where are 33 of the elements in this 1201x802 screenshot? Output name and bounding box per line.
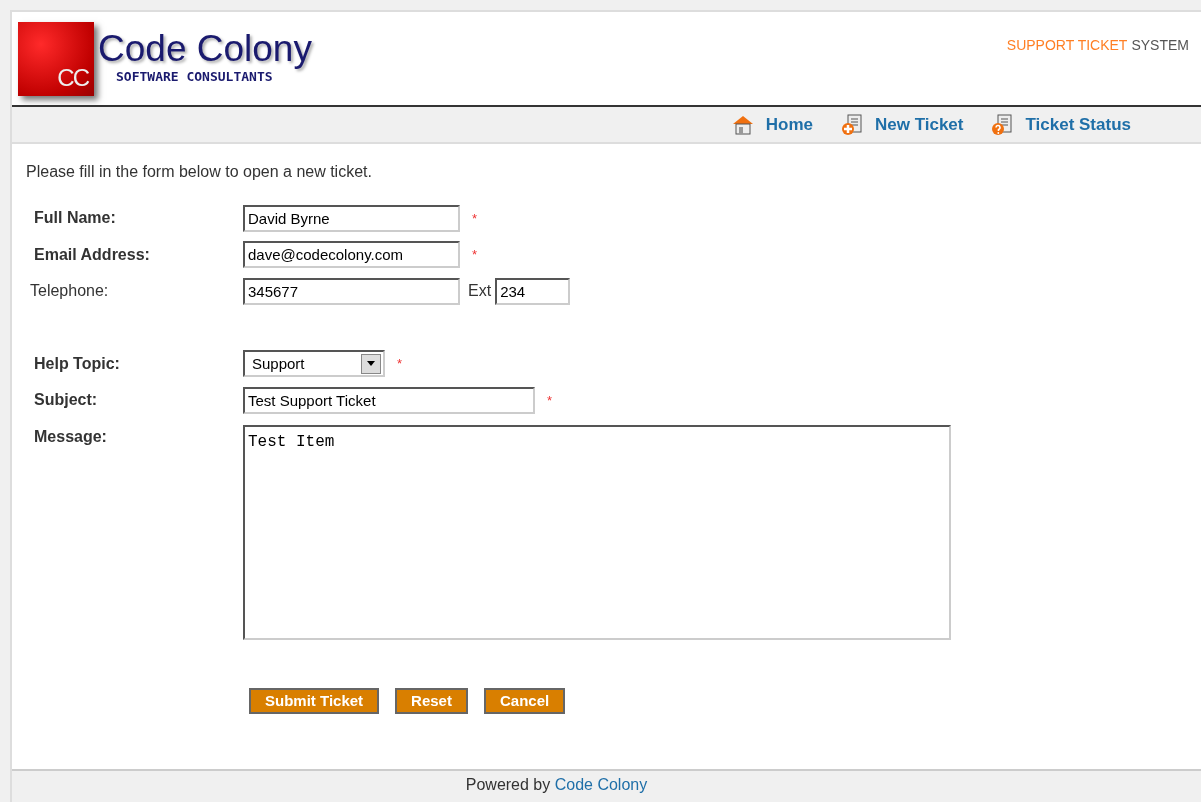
field-label: Help Topic: <box>33 353 121 374</box>
system-title: SUPPORT TICKET <box>1006 36 1128 55</box>
required-mark: * <box>472 209 478 228</box>
text-field[interactable]: David Byrne <box>243 204 460 232</box>
document-plus-icon <box>840 113 863 136</box>
logo-name: Code Colony <box>98 30 312 67</box>
document-question-icon <box>991 113 1014 136</box>
footer-text: Powered by <box>465 776 551 793</box>
text-field[interactable]: Test Support Ticket <box>243 386 535 414</box>
field-label: Message: <box>33 426 108 447</box>
required-mark: * <box>472 246 478 264</box>
message-field[interactable]: Test Item <box>243 424 951 640</box>
nav-link[interactable]: Ticket Status <box>991 111 1131 138</box>
text-field[interactable]: 345677 <box>243 277 460 305</box>
footer-link[interactable]: Code Colony <box>554 776 648 793</box>
home-icon <box>731 113 754 136</box>
logo-tagline: SOFTWARE CONSULTANTS <box>116 69 274 86</box>
field-label: Email Address: <box>33 244 151 265</box>
required-mark: * <box>547 391 553 410</box>
ext-field[interactable]: 234 <box>495 277 571 305</box>
nav-link[interactable]: New Ticket <box>840 111 964 138</box>
select-field[interactable]: Support <box>243 350 385 378</box>
text-field[interactable]: dave@codecolony.com <box>243 241 460 269</box>
field-label: Telephone: <box>29 281 110 302</box>
ext-label: Ext <box>468 281 492 302</box>
nav-link[interactable]: Home <box>731 111 813 138</box>
logo-badge: CC <box>18 22 94 96</box>
system-title: SYSTEM <box>1131 36 1189 55</box>
required-mark: * <box>397 355 403 373</box>
intro-text: Please fill in the form below to open a new ticket. <box>26 162 373 182</box>
field-label: Full Name: <box>33 208 117 229</box>
field-label: Subject: <box>33 390 99 411</box>
dropdown-caret-icon <box>361 353 381 374</box>
